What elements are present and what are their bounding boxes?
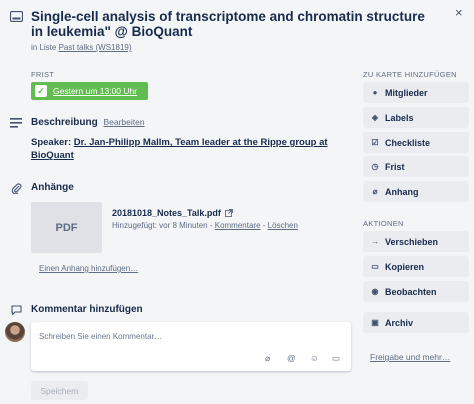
archive-label: Archiv xyxy=(385,317,414,328)
comment-placeholder: Schreiben Sie einen Kommentar… xyxy=(39,332,163,341)
mention-icon[interactable]: @ xyxy=(287,353,296,363)
comment-icon xyxy=(10,304,22,315)
emoji-icon[interactable]: ☺ xyxy=(310,353,319,363)
checklist-button[interactable]: ☑ Checkliste xyxy=(363,132,469,153)
card-link-icon[interactable]: ▭ xyxy=(332,353,340,364)
eye-icon: ◉ xyxy=(371,287,379,296)
watch-label: Beobachten xyxy=(385,286,437,297)
speaker-link[interactable]: Dr. Jan-Philipp Mallm, Team leader at th… xyxy=(31,137,328,161)
comment-input[interactable]: Schreiben Sie einen Kommentar… ⌀ @ ☺ ▭ xyxy=(31,322,351,371)
checklist-icon: ☑ xyxy=(371,138,379,147)
attachments-heading: Anhänge xyxy=(31,182,74,193)
archive-button[interactable]: ▣ Archiv xyxy=(363,312,469,333)
card-title[interactable]: Single-cell analysis of transcriptome an… xyxy=(31,9,436,39)
share-link[interactable]: Freigabe und mehr… xyxy=(370,352,450,362)
paperclip-icon: ⌀ xyxy=(372,187,378,196)
speaker-prefix: Speaker: xyxy=(31,137,72,148)
move-label: Verschieben xyxy=(385,236,439,247)
watch-button[interactable]: ◉ Beobachten xyxy=(363,281,469,302)
checklist-label: Checkliste xyxy=(385,137,431,148)
actions-heading: Aktionen xyxy=(363,219,404,228)
description-content: Speaker: Dr. Jan-Philipp Mallm, Team lea… xyxy=(31,136,351,162)
meta-separator: - xyxy=(262,221,266,230)
due-date-value[interactable]: Gestern um 13:00 Uhr xyxy=(53,86,137,96)
list-link[interactable]: Past talks (WS1819) xyxy=(59,43,132,52)
attachment-filename[interactable]: 20181018_Notes_Talk.pdf xyxy=(112,208,221,218)
add-to-card-heading: Zu Karte hinzufügen xyxy=(363,70,457,79)
members-button[interactable]: ● Mitglieder xyxy=(363,82,469,103)
copy-button[interactable]: ▭ Kopieren xyxy=(363,256,469,277)
move-button[interactable]: → Verschieben xyxy=(363,231,469,252)
arrow-right-icon: → xyxy=(371,237,379,246)
avatar[interactable] xyxy=(5,322,25,342)
card-icon xyxy=(10,11,23,22)
attachment-added: Hinzugefügt: vor 8 Minuten - xyxy=(112,221,213,230)
due-date-label: Frist xyxy=(385,161,405,172)
add-attachment-link[interactable]: Einen Anhang hinzufügen… xyxy=(39,264,138,273)
label-icon: ◈ xyxy=(371,113,379,122)
attachment-name[interactable]: 20181018_Notes_Talk.pdf xyxy=(112,208,234,219)
attachment-comment-link[interactable]: Kommentare xyxy=(215,221,261,230)
comment-heading: Kommentar hinzufügen xyxy=(31,304,143,315)
due-label: Frist xyxy=(31,70,55,79)
description-icon xyxy=(10,118,22,128)
copy-label: Kopieren xyxy=(385,261,425,272)
members-label: Mitglieder xyxy=(385,87,428,98)
paperclip-icon xyxy=(10,182,22,194)
description-edit-link[interactable]: Bearbeiten xyxy=(103,117,144,127)
attachment-delete-link[interactable]: Löschen xyxy=(268,221,298,230)
archive-icon: ▣ xyxy=(371,318,379,327)
attachment-label: Anhang xyxy=(385,186,419,197)
person-icon: ● xyxy=(372,88,378,97)
clock-icon: ◷ xyxy=(371,162,379,171)
labels-button[interactable]: ◈ Labels xyxy=(363,107,469,128)
due-complete-checkbox[interactable]: ✓ xyxy=(35,85,47,97)
attachment-button[interactable]: ⌀ Anhang xyxy=(363,181,469,202)
list-breadcrumb: in Liste Past talks (WS1819) xyxy=(31,43,132,52)
due-date-button[interactable]: ◷ Frist xyxy=(363,156,469,177)
close-icon[interactable]: × xyxy=(455,5,463,20)
description-heading-text: Beschreibung xyxy=(31,117,98,128)
save-button[interactable]: Speichern xyxy=(31,381,88,400)
due-date-badge[interactable]: ✓ Gestern um 13:00 Uhr xyxy=(31,82,148,100)
attachment-thumbnail[interactable]: PDF xyxy=(31,202,102,253)
labels-label: Labels xyxy=(385,112,414,123)
attach-icon[interactable]: ⌀ xyxy=(265,353,270,364)
external-link-icon[interactable] xyxy=(225,209,234,219)
attachment-meta: Hinzugefügt: vor 8 Minuten - Kommentare … xyxy=(112,221,298,230)
copy-icon: ▭ xyxy=(371,262,379,271)
description-heading: Beschreibung Bearbeiten xyxy=(31,117,145,128)
list-prefix: in Liste xyxy=(31,43,57,52)
